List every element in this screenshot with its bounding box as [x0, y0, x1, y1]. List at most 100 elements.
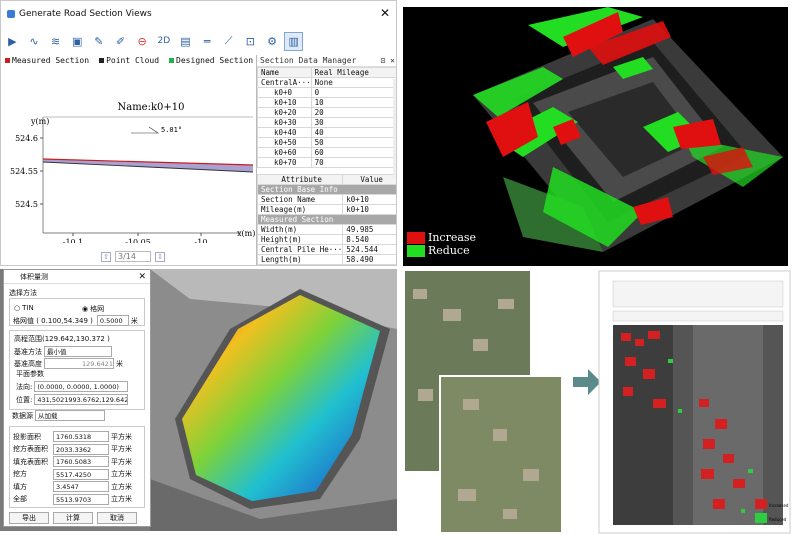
section-row[interactable]: k0+10 10: [257, 97, 396, 108]
legend-reduced-label: Reduced: [769, 517, 787, 522]
tin-radio[interactable]: ○ TIN: [14, 304, 34, 312]
col-value: Value: [342, 174, 396, 185]
result-row: 挖方 5517.4250 立方米: [13, 468, 132, 480]
radio-off-icon: ○: [14, 304, 21, 312]
document-icon[interactable]: ▤: [176, 32, 195, 51]
col-attribute: Attribute: [256, 174, 344, 185]
volume-dialog: 体积量测 ✕ 选择方法 ○ TIN ◉ 格网 格网值 ( 0.100,54.349 …: [3, 269, 151, 527]
legend-increase: Increase: [407, 231, 476, 244]
section-name: k0+30: [257, 117, 312, 128]
section-data-manager: Section Data Manager ⊡ ✕ Name Real Milea…: [256, 55, 396, 265]
grid-value-row: 格网值 ( 0.100,54.349 ) 0.5000 米: [13, 315, 138, 326]
result-row: 全部 5513.9703 立方米: [13, 493, 132, 505]
base-height-row: 基准高度 129.6421 米: [14, 358, 123, 369]
ruler-icon[interactable]: ═: [198, 32, 217, 51]
wave-icon[interactable]: ≋: [46, 32, 65, 51]
result-unit: 平方米: [111, 432, 132, 441]
result-value: 1760.5318: [53, 431, 109, 442]
result-label: 投影面积: [13, 432, 41, 441]
2d-view-icon[interactable]: 2D: [154, 32, 173, 51]
pencil-icon[interactable]: ✐: [111, 32, 130, 51]
plot-legend: Measured Section Point Cloud Designed Se…: [5, 56, 253, 65]
section-mileage: 20: [310, 107, 396, 118]
next-section-button[interactable]: ⇩: [155, 251, 165, 262]
result-label: 挖方: [13, 470, 27, 478]
attribute-value: k0+10: [342, 194, 396, 205]
prev-section-button[interactable]: ⇧: [101, 251, 111, 262]
table-scrollbar[interactable]: [393, 79, 396, 177]
pin-close-icon[interactable]: ⊡ ✕: [381, 55, 396, 66]
section-row[interactable]: k0+40 40: [257, 127, 396, 138]
data-manager-header: Section Data Manager ⊡ ✕: [257, 55, 396, 67]
legend-reduced-swatch: [755, 513, 767, 523]
frame-icon[interactable]: ⊡: [241, 32, 260, 51]
result-label: 挖方表面积: [13, 445, 48, 453]
app-icon: [7, 10, 15, 18]
gear-icon[interactable]: ⚙: [263, 32, 282, 51]
x-tick-label: -10: [195, 238, 208, 243]
normal-input[interactable]: (0.0000, 0.0000, 1.0000): [34, 381, 129, 392]
dialog-close-icon[interactable]: ✕: [138, 270, 146, 284]
section-row[interactable]: CentralA··· None: [257, 77, 396, 88]
change-legend: Increase Reduce: [407, 231, 476, 257]
section-index-field[interactable]: 3/14: [115, 251, 151, 262]
section-row[interactable]: k0+20 20: [257, 107, 396, 118]
legend-increased-label: Increased: [769, 503, 789, 508]
result-unit: 平方米: [111, 445, 132, 453]
y-tick-label: 524.6: [15, 134, 38, 143]
plane-params-label: 平面参数: [16, 370, 44, 378]
panel-icon[interactable]: ▥: [284, 31, 303, 51]
legend-designed: Designed Section: [169, 56, 253, 65]
attribute-name: Section Name: [256, 194, 344, 205]
slope-icon[interactable]: ⟋: [219, 32, 238, 51]
legend-point-cloud: Point Cloud: [99, 56, 159, 65]
result-value: 1760.5083: [53, 456, 109, 467]
col-mileage[interactable]: Real Mileage: [310, 67, 396, 78]
attribute-value: k0+10: [342, 204, 396, 215]
attribute-row: Central Pile He··· 524.544: [256, 244, 396, 255]
compute-button[interactable]: 计算: [53, 512, 93, 524]
attribute-name: Mileage(m): [256, 204, 344, 215]
image-icon[interactable]: ▣: [68, 32, 87, 51]
section-mileage: 30: [310, 117, 396, 128]
attribute-section: Underbreak/Over···: [257, 264, 396, 265]
play-icon[interactable]: ▶: [3, 32, 22, 51]
section-table: Name Real Mileage CentralA··· None k0+0 …: [257, 67, 396, 168]
result-row: 投影面积 1760.5318 平方米: [13, 431, 132, 442]
stop-icon[interactable]: ⊖: [133, 32, 152, 51]
base-height-input[interactable]: 129.6421: [44, 358, 114, 369]
road-section-window: Generate Road Section Views ✕ ▶ ∿ ≋ ▣ ✎ …: [0, 0, 397, 266]
col-name[interactable]: Name: [257, 67, 312, 78]
aerial-image-front: [441, 377, 561, 532]
section-row[interactable]: k0+0 0: [257, 87, 396, 98]
x-tick-label: -10.1: [63, 238, 84, 243]
cancel-button[interactable]: 取消: [97, 512, 137, 524]
section-plot[interactable]: Name:k0+10 y(m) x(m) 524.6 524.55 524.5 -1…: [1, 93, 256, 243]
section-row[interactable]: k0+30 30: [257, 117, 396, 128]
section-row[interactable]: k0+70 70: [257, 157, 396, 168]
section-row[interactable]: k0+60 60: [257, 147, 396, 158]
attribute-value: 524.544: [342, 244, 396, 255]
result-value: 2033.3362: [53, 443, 109, 455]
position-input[interactable]: 431,5021993.6762,129.6421): [34, 394, 129, 405]
section-name: k0+10: [257, 97, 312, 108]
attribute-row: Width(m) 49.985: [256, 224, 396, 235]
source-select[interactable]: 从加载: [35, 410, 105, 421]
close-icon[interactable]: ✕: [380, 6, 390, 20]
result-unit: 立方米: [111, 495, 132, 503]
pen-icon[interactable]: ✎: [90, 32, 109, 51]
y-ticks: 524.6 524.55 524.5: [10, 134, 43, 209]
point-cloud-render: [473, 7, 783, 252]
section-name: k0+0: [257, 87, 312, 98]
attribute-name: Length(m): [256, 254, 344, 265]
polyline-icon[interactable]: ∿: [25, 32, 44, 51]
result-row: 挖方表面积 2033.3362 平方米: [13, 443, 132, 455]
base-method-select[interactable]: 最小值: [44, 346, 112, 357]
grid-radio[interactable]: ◉ 格网: [82, 304, 104, 314]
change-detection-view[interactable]: Increase Reduce: [403, 7, 788, 266]
x-tick-label: -10.05: [125, 238, 151, 243]
section-name: k0+70: [257, 157, 312, 168]
grid-value-input[interactable]: 0.5000: [96, 315, 129, 326]
export-button[interactable]: 导出: [9, 512, 49, 524]
section-row[interactable]: k0+50 50: [257, 137, 396, 148]
